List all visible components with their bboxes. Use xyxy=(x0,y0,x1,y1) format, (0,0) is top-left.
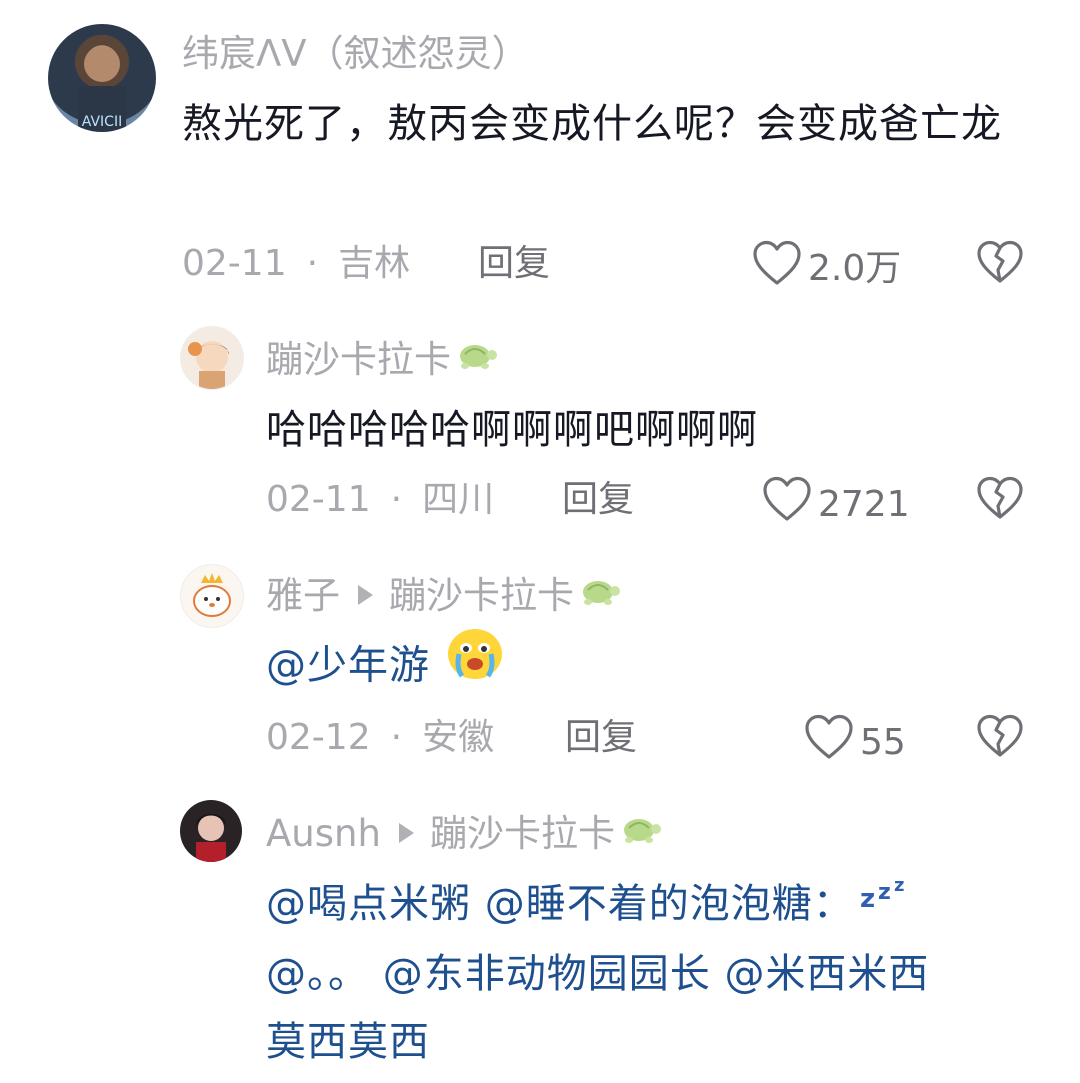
mention-link[interactable]: 莫西莫西 xyxy=(266,1019,430,1065)
username-text[interactable]: Ausnh xyxy=(266,812,381,855)
reply-arrow-icon xyxy=(358,584,373,605)
heart-outline-icon xyxy=(804,714,860,771)
comment-date: 02-11 xyxy=(266,479,371,520)
reply-to-username[interactable]: 蹦沙卡拉卡 xyxy=(389,574,574,617)
like-button[interactable]: 55 xyxy=(804,714,906,771)
comment-username[interactable]: Ausnh 蹦沙卡拉卡 xyxy=(266,812,663,858)
comment-username[interactable]: 纬宸ᐱᐯ（叙述怨灵） xyxy=(182,32,529,76)
dislike-button[interactable] xyxy=(976,240,1024,288)
comment-username[interactable]: 蹦沙卡拉卡 xyxy=(266,338,499,384)
comment-text: 熬光死了，敖丙会变成什么呢？会变成爸亡龙 xyxy=(182,101,1002,147)
avatar[interactable] xyxy=(180,326,244,390)
like-count: 2.0万 xyxy=(808,247,902,289)
turtle-icon xyxy=(576,572,622,616)
comment-text: 哈哈哈哈哈啊啊啊吧啊啊啊 xyxy=(266,407,758,453)
broken-heart-icon xyxy=(976,240,1024,288)
avatar[interactable]: AVICII xyxy=(48,24,156,132)
like-button[interactable]: 2.0万 xyxy=(752,240,901,297)
username-text[interactable]: 雅子 xyxy=(266,574,340,617)
dislike-button[interactable] xyxy=(976,476,1024,524)
like-count: 55 xyxy=(860,721,906,763)
avatar[interactable] xyxy=(180,800,242,862)
separator-dot: · xyxy=(306,243,319,284)
reply-button[interactable]: 回复 xyxy=(565,716,637,760)
mention-link[interactable]: @喝点米粥 xyxy=(266,881,471,927)
heart-outline-icon xyxy=(752,240,808,297)
like-button[interactable]: 2721 xyxy=(762,476,910,533)
turtle-icon xyxy=(617,810,663,854)
crying-face-emoji xyxy=(444,624,506,703)
mention-link[interactable]: @。。 xyxy=(266,951,369,997)
mention-link[interactable]: @东非动物园园长 xyxy=(383,951,711,997)
comment-date: 02-12 xyxy=(266,717,371,758)
avatar[interactable] xyxy=(180,564,244,628)
comment-meta: 02-11 · 吉林 xyxy=(182,242,410,286)
reply-arrow-icon xyxy=(398,822,414,843)
mention-link[interactable]: @少年游 xyxy=(266,643,430,689)
comment-location: 吉林 xyxy=(338,243,411,284)
zzz-emoji: zzz xyxy=(860,866,912,934)
turtle-icon xyxy=(453,336,499,380)
like-count: 2721 xyxy=(818,483,910,525)
svg-text:z: z xyxy=(894,875,905,896)
mention-link[interactable]: @睡不着的泡泡糖： xyxy=(485,881,854,927)
broken-heart-icon xyxy=(976,476,1024,524)
reply-button[interactable]: 回复 xyxy=(562,478,634,522)
separator-dot: · xyxy=(390,479,403,520)
reply-button[interactable]: 回复 xyxy=(478,242,550,286)
dislike-button[interactable] xyxy=(976,714,1024,762)
broken-heart-icon xyxy=(976,714,1024,762)
comment-username[interactable]: 雅子 蹦沙卡拉卡 xyxy=(266,574,622,620)
separator-dot: · xyxy=(390,717,403,758)
comment-text: @少年游 xyxy=(266,628,1026,707)
comment-date: 02-11 xyxy=(182,243,287,284)
svg-text:z: z xyxy=(878,880,892,905)
comment-location: 安徽 xyxy=(422,717,495,758)
reply-to-username[interactable]: 蹦沙卡拉卡 xyxy=(430,812,615,855)
svg-text:AVICII: AVICII xyxy=(82,114,122,130)
username-text[interactable]: 蹦沙卡拉卡 xyxy=(266,338,451,381)
comment-text: @喝点米粥 @睡不着的泡泡糖： zzz @。。 @东非动物园园长 @米西米西 莫… xyxy=(266,870,1046,1076)
svg-text:z: z xyxy=(860,884,876,913)
comment-meta: 02-11 · 四川 xyxy=(266,478,494,522)
comment-location: 四川 xyxy=(422,479,495,520)
mention-link[interactable]: @米西米西 xyxy=(724,951,929,997)
heart-outline-icon xyxy=(762,476,818,533)
comment-meta: 02-12 · 安徽 xyxy=(266,716,494,760)
